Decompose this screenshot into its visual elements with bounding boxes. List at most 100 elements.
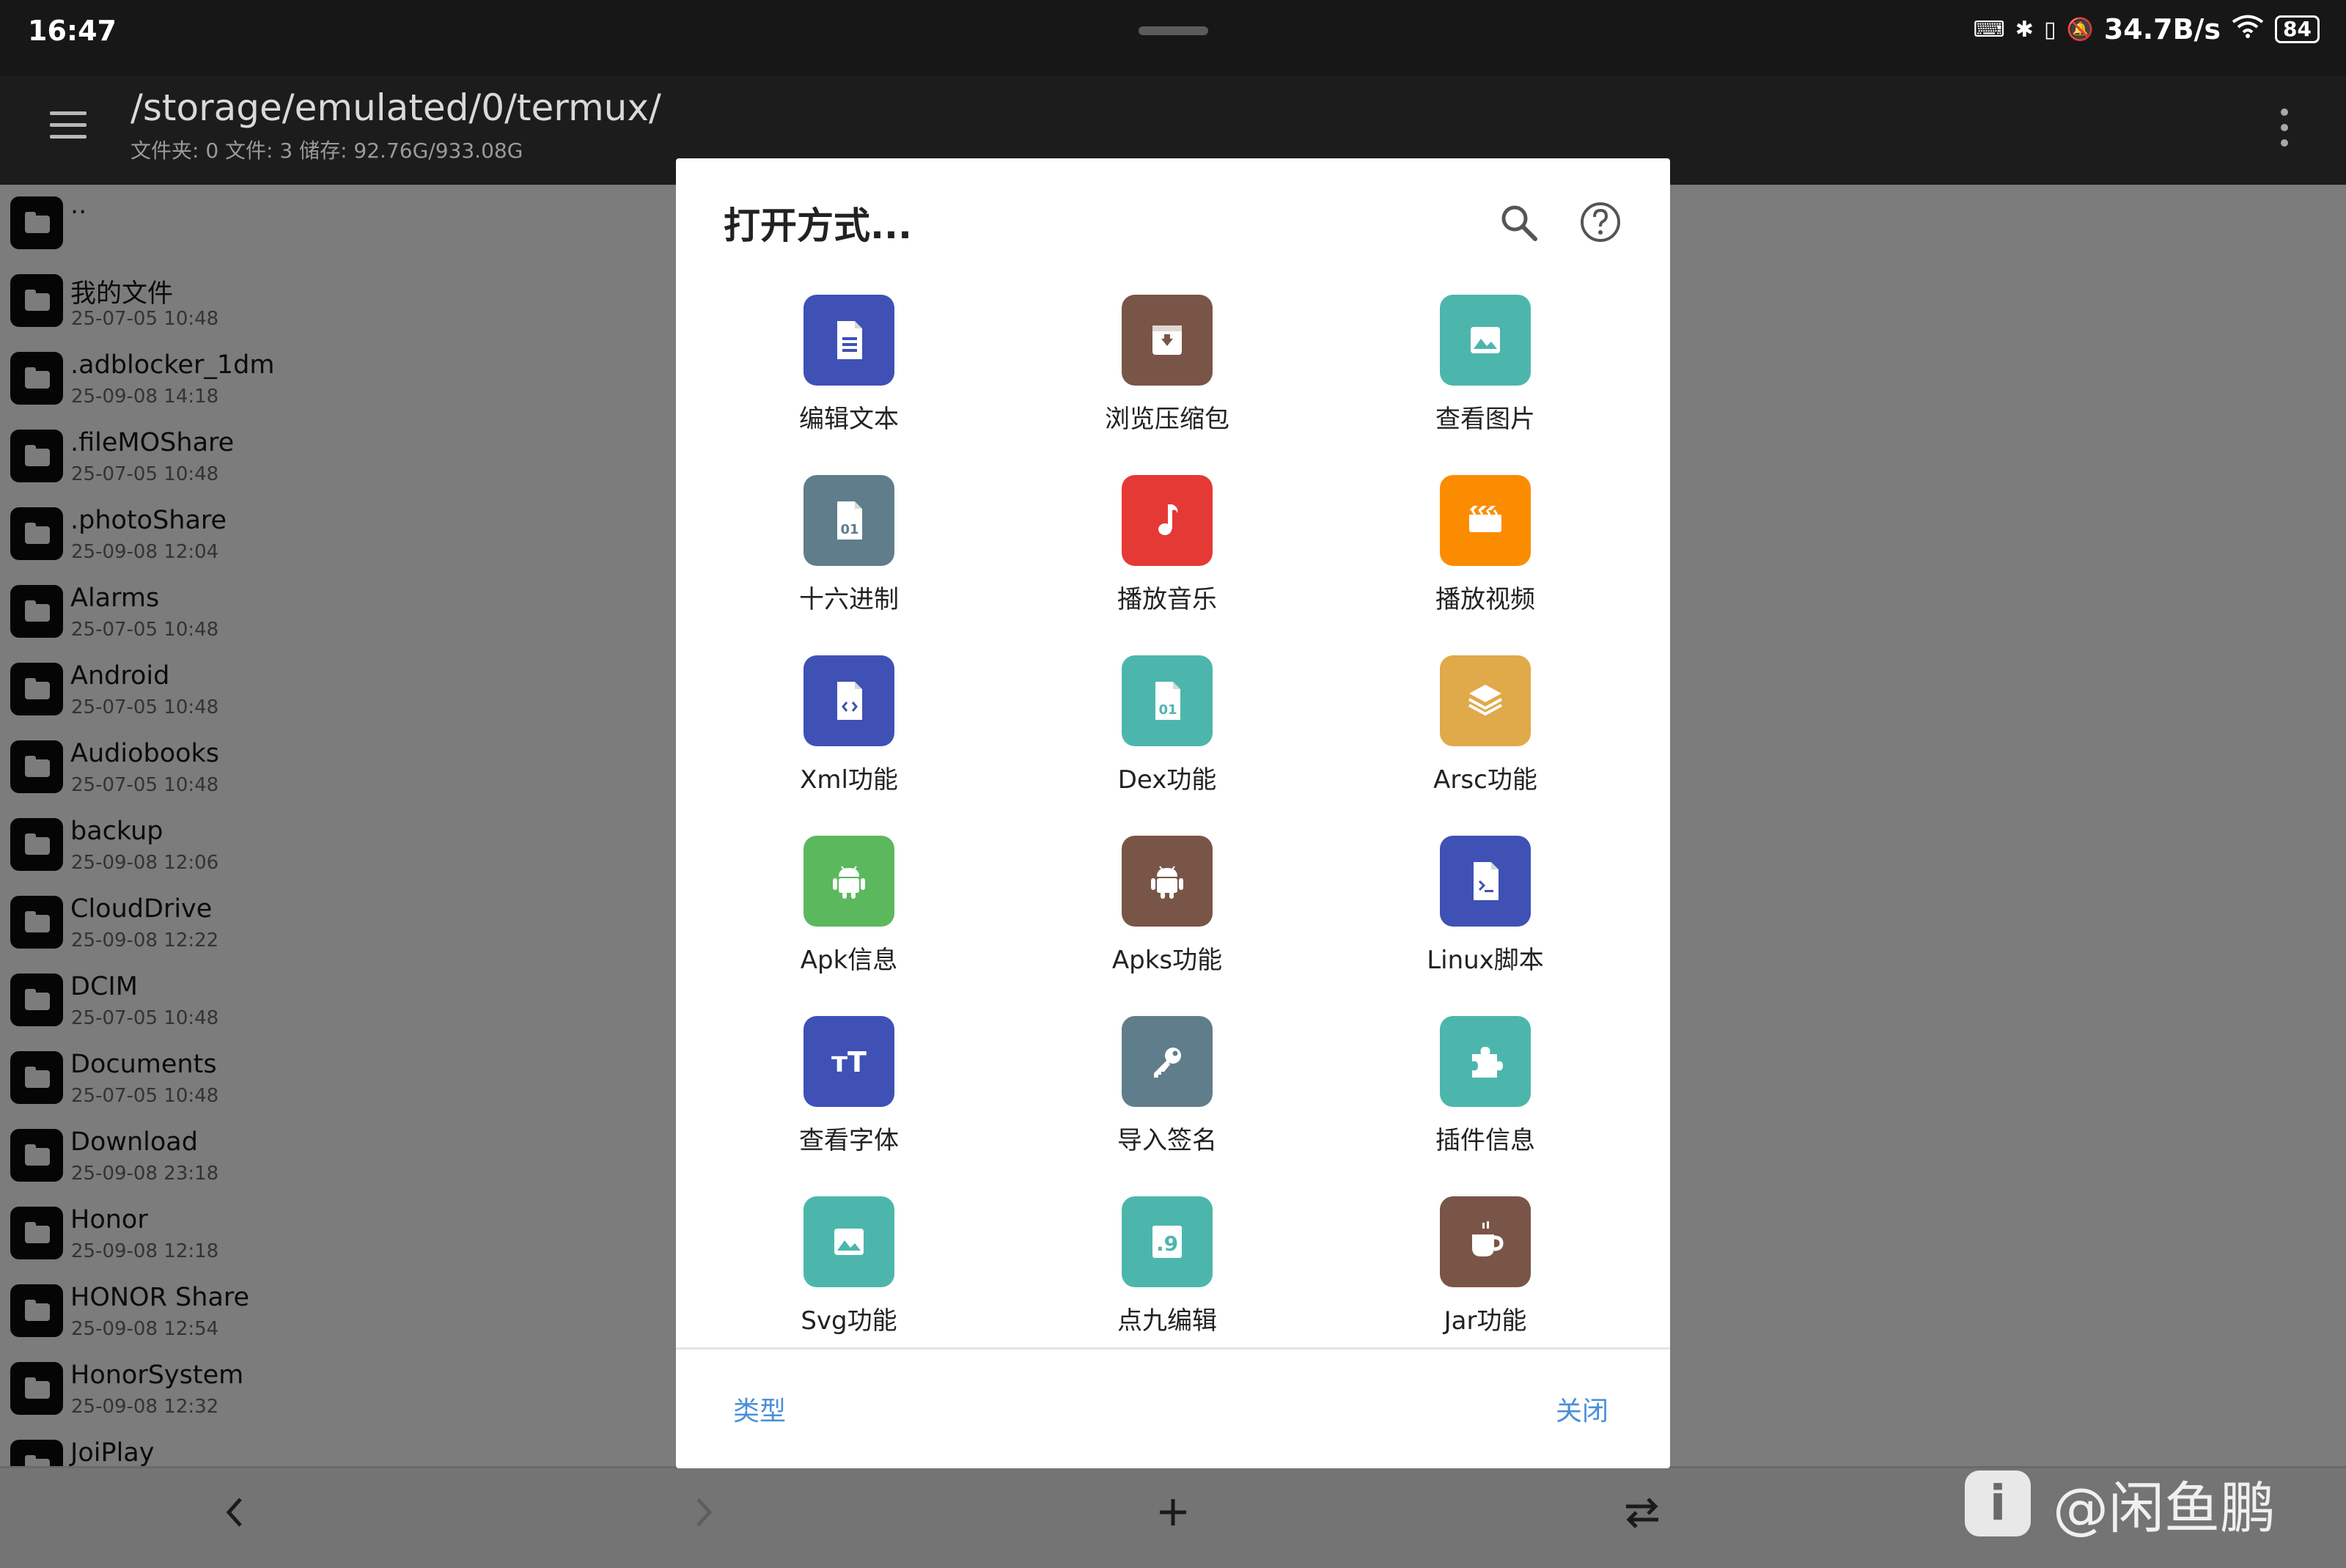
option-label: 十六进制 [799, 585, 899, 614]
folder-icon [10, 1362, 63, 1415]
back-button[interactable] [220, 1490, 249, 1545]
font-icon: тT [804, 1016, 894, 1107]
open-with-option[interactable]: Xml功能 [676, 655, 994, 809]
bluetooth-icon: ✱ [2015, 16, 2034, 43]
file-list-item[interactable]: HonorSystem 25-09-08 12:32 [0, 1350, 660, 1428]
android-icon [1122, 836, 1213, 927]
open-with-option[interactable]: Apk信息 [676, 836, 994, 990]
option-label: 插件信息 [1435, 1126, 1535, 1155]
music-icon [1122, 475, 1213, 566]
option-label: 播放视频 [1435, 585, 1535, 614]
file-date: 25-07-05 10:48 [71, 308, 219, 330]
option-label: 编辑文本 [799, 405, 899, 434]
open-with-option[interactable]: 01 Dex功能 [994, 655, 1312, 809]
open-with-option[interactable]: Apks功能 [994, 836, 1312, 990]
folder-icon [10, 663, 63, 715]
file-list-item[interactable]: Honor 25-09-08 12:18 [0, 1195, 660, 1273]
open-with-option[interactable]: Jar功能 [1312, 1196, 1630, 1350]
folder-icon [10, 818, 63, 871]
dialog-divider [676, 1347, 1670, 1350]
open-with-option[interactable]: 插件信息 [1312, 1016, 1630, 1170]
dialog-title: 打开方式... [724, 205, 912, 247]
open-with-option[interactable]: .9 点九编辑 [994, 1196, 1312, 1350]
file-date: 25-07-05 10:48 [71, 1007, 219, 1029]
folder-icon [10, 1129, 63, 1182]
folder-icon [10, 1440, 63, 1466]
wifi-icon [2231, 14, 2265, 45]
battery-indicator: 84 [2275, 15, 2320, 43]
script-file-icon [1440, 836, 1531, 927]
file-name: CloudDrive [70, 894, 213, 924]
option-label: Apks功能 [1111, 946, 1223, 975]
file-list-item[interactable]: .. [0, 185, 660, 262]
folder-icon [10, 740, 63, 793]
file-list-item[interactable]: CloudDrive 25-09-08 12:22 [0, 884, 660, 962]
status-time: 16:47 [28, 15, 117, 47]
file-name: .fileMOShare [70, 428, 235, 457]
svg-text:01: 01 [840, 522, 858, 537]
file-date: 25-07-05 10:48 [71, 619, 219, 641]
open-with-option[interactable]: 导入签名 [994, 1016, 1312, 1170]
close-button[interactable]: 关闭 [1556, 1390, 1608, 1428]
help-icon[interactable] [1578, 199, 1623, 245]
file-date: 25-09-08 12:04 [71, 541, 219, 563]
open-with-option[interactable]: Arsc功能 [1312, 655, 1630, 809]
file-list-item[interactable]: HONOR Share 25-09-08 12:54 [0, 1273, 660, 1350]
option-label: Arsc功能 [1433, 765, 1537, 795]
swap-icon[interactable] [1620, 1490, 1664, 1545]
hamburger-menu-icon[interactable] [50, 111, 87, 141]
open-with-option[interactable]: 浏览压缩包 [994, 295, 1312, 449]
net-speed: 34.7B/s [2103, 13, 2221, 45]
svg-text:тT: тT [831, 1046, 867, 1078]
folder-icon [10, 274, 63, 327]
file-list-item[interactable]: Download 25-09-08 23:18 [0, 1117, 660, 1195]
file-name: .adblocker_1dm [70, 350, 275, 380]
file-list-item[interactable]: Android 25-07-05 10:48 [0, 651, 660, 729]
folder-icon [10, 1051, 63, 1104]
file-list-item[interactable]: JoiPlay [0, 1428, 660, 1466]
image-icon [1440, 295, 1531, 386]
file-list-item[interactable]: DCIM 25-07-05 10:48 [0, 962, 660, 1039]
open-with-option[interactable]: тT 查看字体 [676, 1016, 994, 1170]
keyboard-icon: ⌨ [1973, 16, 2005, 43]
file-list-item[interactable]: Documents 25-07-05 10:48 [0, 1039, 660, 1117]
open-with-dialog: 打开方式... 编辑文本 浏览压缩包 查看图片 01 十六进制 播放音乐 播放视频 Xml功能… [676, 158, 1670, 1468]
open-with-option[interactable]: Linux脚本 [1312, 836, 1630, 990]
file-name: HonorSystem [70, 1361, 244, 1390]
open-with-option[interactable]: 编辑文本 [676, 295, 994, 449]
overflow-menu-icon[interactable] [2276, 106, 2290, 150]
type-button[interactable]: 类型 [733, 1390, 786, 1428]
option-label: 查看图片 [1435, 405, 1535, 434]
svg-text:01: 01 [1158, 702, 1177, 718]
open-with-option[interactable]: 播放视频 [1312, 475, 1630, 629]
search-icon[interactable] [1497, 201, 1541, 245]
coffee-icon [1440, 1196, 1531, 1287]
file-list-item[interactable]: .fileMOShare 25-07-05 10:48 [0, 418, 660, 496]
xml-file-icon [804, 655, 894, 746]
option-label: Dex功能 [1117, 765, 1217, 795]
open-with-option[interactable]: 查看图片 [1312, 295, 1630, 449]
add-button[interactable] [1155, 1490, 1191, 1545]
open-with-option[interactable]: Svg功能 [676, 1196, 994, 1350]
file-list-item[interactable]: backup 25-09-08 12:06 [0, 806, 660, 884]
open-with-option[interactable]: 播放音乐 [994, 475, 1312, 629]
file-name: Documents [70, 1050, 217, 1079]
file-list-item[interactable]: Audiobooks 25-07-05 10:48 [0, 729, 660, 806]
android-icon [804, 836, 894, 927]
open-with-option[interactable]: 01 十六进制 [676, 475, 994, 629]
file-date: 25-09-08 14:18 [71, 386, 219, 408]
folder-icon [10, 1207, 63, 1259]
file-name: Audiobooks [70, 739, 220, 768]
folder-icon [10, 1284, 63, 1337]
file-name: Android [70, 661, 170, 691]
file-date: 25-09-08 12:54 [71, 1318, 219, 1340]
forward-button[interactable] [689, 1490, 718, 1545]
file-date: 25-09-08 12:18 [71, 1240, 219, 1262]
file-list-item[interactable]: .adblocker_1dm 25-09-08 14:18 [0, 340, 660, 418]
file-name: HONOR Share [70, 1283, 250, 1312]
file-list-item[interactable]: Alarms 25-07-05 10:48 [0, 573, 660, 651]
file-list-item[interactable]: 我的文件 25-07-05 10:48 [0, 262, 660, 340]
file-name: backup [70, 817, 163, 846]
option-label: 浏览压缩包 [1105, 405, 1229, 434]
file-list-item[interactable]: .photoShare 25-09-08 12:04 [0, 496, 660, 573]
